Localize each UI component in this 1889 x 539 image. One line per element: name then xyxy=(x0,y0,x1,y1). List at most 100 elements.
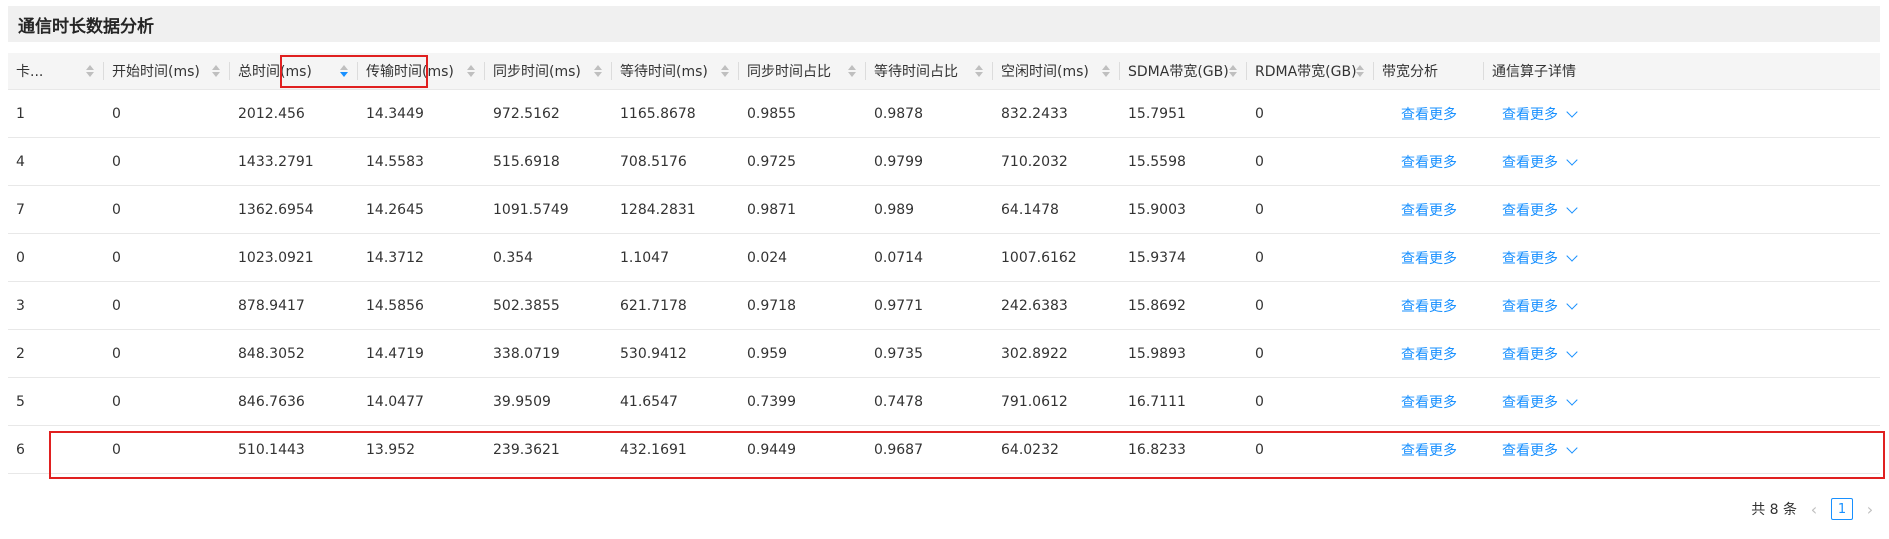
bandwidth-view-more-link[interactable]: 查看更多 xyxy=(1401,203,1457,219)
cell-sync_ratio: 0.9855 xyxy=(747,105,796,122)
cell-bw_analysis: 查看更多 xyxy=(1374,104,1484,124)
cell-transfer: 13.952 xyxy=(366,441,415,458)
bandwidth-view-more-link[interactable]: 查看更多 xyxy=(1401,443,1457,459)
chevron-down-icon[interactable] xyxy=(1566,393,1578,406)
sort-icon[interactable] xyxy=(467,65,475,77)
bandwidth-view-more-link[interactable]: 查看更多 xyxy=(1401,155,1457,171)
column-header-transfer[interactable]: 传输时间(ms) xyxy=(358,53,485,89)
chevron-down-icon[interactable] xyxy=(1566,249,1578,262)
cell-rdma: 0 xyxy=(1255,345,1264,362)
cell-op_details: 查看更多 xyxy=(1484,152,1600,172)
cell-transfer: 14.4719 xyxy=(366,345,424,362)
op-details-view-more-link[interactable]: 查看更多 xyxy=(1502,299,1558,315)
column-header-idle[interactable]: 空闲时间(ms) xyxy=(993,53,1120,89)
column-header-sync_ratio[interactable]: 同步时间占比 xyxy=(739,53,866,89)
cell-bw_analysis: 查看更多 xyxy=(1374,248,1484,268)
chevron-down-icon[interactable] xyxy=(1566,345,1578,358)
chevron-down-icon[interactable] xyxy=(1566,201,1578,214)
sort-icon[interactable] xyxy=(212,65,220,77)
table-row: 5 0 846.7636 14.0477 39.9509 41.6547 0.7399 0.7… xyxy=(8,378,1880,426)
column-header-sdma[interactable]: SDMA带宽(GB) xyxy=(1120,53,1247,89)
op-details-view-more-link[interactable]: 查看更多 xyxy=(1502,395,1558,411)
cell-sync_ratio: 0.7399 xyxy=(747,393,796,410)
cell-sdma: 15.7951 xyxy=(1128,105,1186,122)
sort-icon[interactable] xyxy=(848,65,856,77)
prev-page-icon[interactable]: ‹ xyxy=(1807,500,1821,519)
bandwidth-view-more-link[interactable]: 查看更多 xyxy=(1401,251,1457,267)
cell-sdma: 15.9893 xyxy=(1128,345,1186,362)
cell-sync: 972.5162 xyxy=(493,105,560,122)
cell-transfer: 14.5583 xyxy=(366,153,424,170)
op-details-view-more-link[interactable]: 查看更多 xyxy=(1502,443,1558,459)
column-header-start[interactable]: 开始时间(ms) xyxy=(104,53,230,89)
sort-icon[interactable] xyxy=(340,65,348,77)
cell-total: 848.3052 xyxy=(238,345,305,362)
op-details-view-more-link[interactable]: 查看更多 xyxy=(1502,107,1558,123)
cell-op_details: 查看更多 xyxy=(1484,200,1600,220)
sort-icon[interactable] xyxy=(86,65,94,77)
chevron-down-icon[interactable] xyxy=(1566,105,1578,118)
column-header-op_details: 通信算子详情 xyxy=(1484,53,1600,89)
cell-sync_ratio: 0.9725 xyxy=(747,153,796,170)
column-header-label: 传输时间(ms) xyxy=(366,64,454,80)
page-number-current[interactable]: 1 xyxy=(1831,498,1853,520)
chevron-down-icon[interactable] xyxy=(1566,153,1578,166)
cell-sdma: 15.9374 xyxy=(1128,249,1186,266)
op-details-view-more-link[interactable]: 查看更多 xyxy=(1502,251,1558,267)
column-header-total[interactable]: 总时间(ms) xyxy=(230,53,358,89)
cell-op_details: 查看更多 xyxy=(1484,392,1600,412)
section-header: 通信时长数据分析 xyxy=(8,6,1880,42)
cell-bw_analysis: 查看更多 xyxy=(1374,296,1484,316)
sort-icon[interactable] xyxy=(975,65,983,77)
next-page-icon[interactable]: › xyxy=(1863,500,1877,519)
chevron-down-icon[interactable] xyxy=(1566,441,1578,454)
bandwidth-view-more-link[interactable]: 查看更多 xyxy=(1401,395,1457,411)
comm-duration-table: 卡... 开始时间(ms) 总时间(ms) 传输时间(ms) 同步时间(ms) 等待时间(… xyxy=(8,53,1880,474)
cell-op_details: 查看更多 xyxy=(1484,248,1600,268)
sort-icon[interactable] xyxy=(594,65,602,77)
cell-bw_analysis: 查看更多 xyxy=(1374,152,1484,172)
sort-icon[interactable] xyxy=(1102,65,1110,77)
page: 通信时长数据分析 卡... 开始时间(ms) 总时间(ms) 传输时间(ms) 同步时间… xyxy=(0,0,1889,539)
cell-total: 878.9417 xyxy=(238,297,305,314)
column-header-wait[interactable]: 等待时间(ms) xyxy=(612,53,739,89)
column-header-sync[interactable]: 同步时间(ms) xyxy=(485,53,612,89)
bandwidth-view-more-link[interactable]: 查看更多 xyxy=(1401,347,1457,363)
bandwidth-view-more-link[interactable]: 查看更多 xyxy=(1401,299,1457,315)
column-header-wait_ratio[interactable]: 等待时间占比 xyxy=(866,53,993,89)
cell-wait: 708.5176 xyxy=(620,153,687,170)
cell-wait: 41.6547 xyxy=(620,393,678,410)
cell-idle: 64.1478 xyxy=(1001,201,1059,218)
cell-total: 846.7636 xyxy=(238,393,305,410)
sort-icon[interactable] xyxy=(1229,65,1237,77)
cell-rdma: 0 xyxy=(1255,153,1264,170)
sort-icon[interactable] xyxy=(721,65,729,77)
cell-sync_ratio: 0.9449 xyxy=(747,441,796,458)
cell-wait_ratio: 0.9687 xyxy=(874,441,923,458)
cell-sync: 239.3621 xyxy=(493,441,560,458)
column-header-card[interactable]: 卡... xyxy=(8,53,104,89)
op-details-view-more-link[interactable]: 查看更多 xyxy=(1502,155,1558,171)
cell-transfer: 14.3712 xyxy=(366,249,424,266)
table-row: 0 0 1023.0921 14.3712 0.354 1.1047 0.024 0.0714… xyxy=(8,234,1880,282)
op-details-view-more-link[interactable]: 查看更多 xyxy=(1502,203,1558,219)
cell-start: 0 xyxy=(112,249,121,266)
column-header-label: 通信算子详情 xyxy=(1492,64,1576,80)
column-header-rdma[interactable]: RDMA带宽(GB) xyxy=(1247,53,1374,89)
cell-op_details: 查看更多 xyxy=(1484,104,1600,124)
sort-icon[interactable] xyxy=(1356,65,1364,77)
bandwidth-view-more-link[interactable]: 查看更多 xyxy=(1401,107,1457,123)
cell-card: 5 xyxy=(16,393,25,410)
cell-sync: 502.3855 xyxy=(493,297,560,314)
cell-bw_analysis: 查看更多 xyxy=(1374,392,1484,412)
chevron-down-icon[interactable] xyxy=(1566,297,1578,310)
cell-rdma: 0 xyxy=(1255,105,1264,122)
cell-transfer: 14.0477 xyxy=(366,393,424,410)
table-row: 7 0 1362.6954 14.2645 1091.5749 1284.2831 0.98… xyxy=(8,186,1880,234)
cell-total: 1362.6954 xyxy=(238,201,314,218)
op-details-view-more-link[interactable]: 查看更多 xyxy=(1502,347,1558,363)
cell-idle: 302.8922 xyxy=(1001,345,1068,362)
cell-total: 1023.0921 xyxy=(238,249,314,266)
column-header-label: 带宽分析 xyxy=(1382,64,1438,80)
cell-total: 2012.456 xyxy=(238,105,305,122)
